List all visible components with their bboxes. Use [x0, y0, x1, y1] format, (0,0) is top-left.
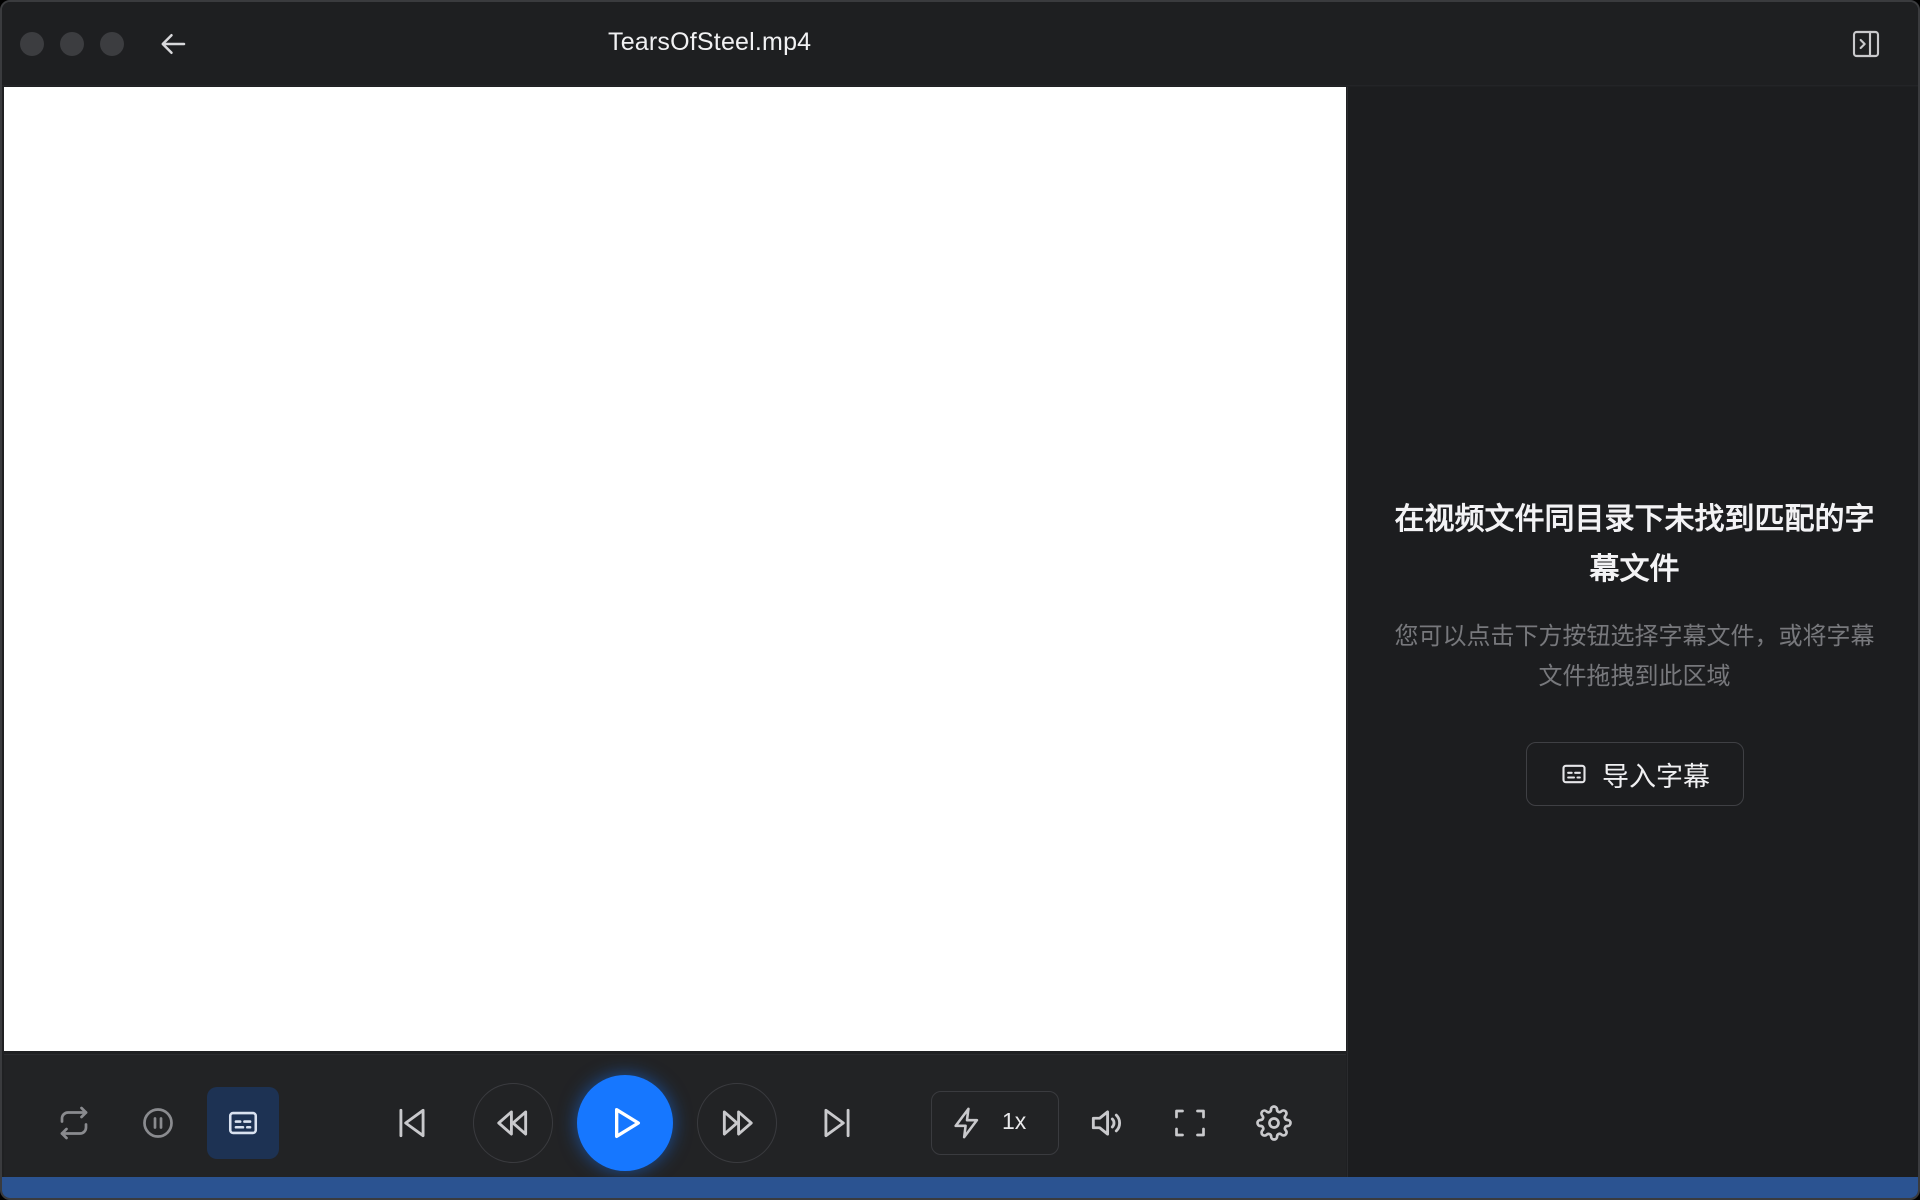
- loop-button[interactable]: [44, 1093, 104, 1153]
- window-title: TearsOfSteel.mp4: [608, 28, 812, 56]
- title-bar: TearsOfSteel.mp4: [2, 2, 1918, 86]
- toggle-side-panel-button[interactable]: [1846, 24, 1886, 64]
- subtitle-icon: [1562, 764, 1586, 784]
- fullscreen-icon: [1175, 1109, 1205, 1137]
- bolt-icon: [954, 1107, 979, 1139]
- import-subtitle-button[interactable]: 导入字幕: [1526, 742, 1744, 806]
- volume-button[interactable]: [1076, 1093, 1136, 1153]
- play-icon: [615, 1108, 640, 1138]
- volume-icon: [1091, 1110, 1121, 1136]
- pause-after-button[interactable]: [128, 1093, 188, 1153]
- fast-forward-icon: [722, 1110, 753, 1136]
- playback-rate[interactable]: 1x: [1002, 1108, 1026, 1135]
- app-window: TearsOfSteel.mp4 在视频文件同目录下未找到匹配的字幕文件 您可以…: [0, 0, 1920, 1200]
- side-panel-icon: [1852, 30, 1880, 58]
- settings-button[interactable]: [1244, 1093, 1304, 1153]
- next-button[interactable]: [807, 1093, 867, 1153]
- window-close-button[interactable]: [20, 32, 44, 56]
- fullscreen-button[interactable]: [1160, 1093, 1220, 1153]
- window-maximize-button[interactable]: [100, 32, 124, 56]
- previous-button[interactable]: [382, 1093, 442, 1153]
- speed-boost-button[interactable]: [942, 1098, 992, 1148]
- video-viewport[interactable]: [4, 87, 1346, 1051]
- loop-icon: [60, 1106, 88, 1140]
- bottom-progress-strip[interactable]: [2, 1177, 1918, 1198]
- gear-icon: [1256, 1105, 1292, 1141]
- rewind-icon: [497, 1110, 528, 1136]
- subtitle-toggle-button[interactable]: [207, 1087, 279, 1159]
- pause-circle-icon: [143, 1108, 173, 1138]
- skip-previous-icon: [399, 1108, 425, 1138]
- arrow-left-icon: [161, 34, 186, 54]
- window-minimize-button[interactable]: [60, 32, 84, 56]
- subtitle-not-found-title: 在视频文件同目录下未找到匹配的字幕文件: [1394, 503, 1875, 586]
- play-button[interactable]: [577, 1075, 673, 1171]
- fast-forward-button[interactable]: [697, 1083, 777, 1163]
- subtitle-icon: [228, 1111, 258, 1135]
- import-subtitle-label: 导入字幕: [1602, 761, 1710, 792]
- rewind-button[interactable]: [473, 1083, 553, 1163]
- back-button[interactable]: [154, 24, 194, 64]
- playback-controls: 1x: [4, 1054, 1346, 1177]
- skip-next-icon: [824, 1108, 850, 1138]
- subtitle-panel[interactable]: 在视频文件同目录下未找到匹配的字幕文件 您可以点击下方按钮选择字幕文件，或将字幕…: [1347, 87, 1918, 1177]
- playback-speed-group: 1x: [931, 1091, 1059, 1155]
- subtitle-help-text: 您可以点击下方按钮选择字幕文件，或将字幕文件拖拽到此区域: [1394, 623, 1875, 690]
